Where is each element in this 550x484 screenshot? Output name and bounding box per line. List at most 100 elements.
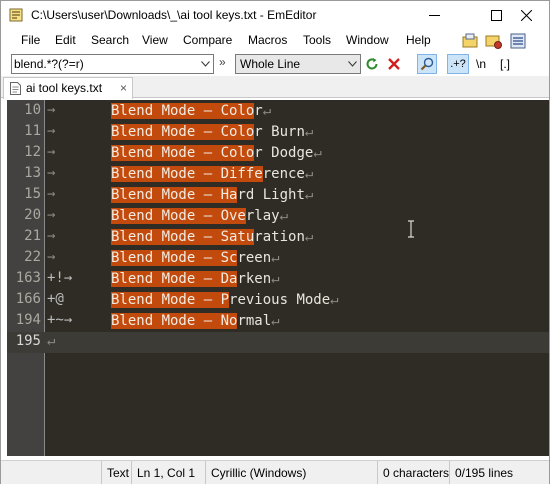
line-rest: revious Mode (229, 292, 331, 308)
eol-mark: ↵ (271, 250, 280, 266)
editor-line[interactable]: 13 → Blend Mode – Difference↵ (7, 164, 549, 185)
line-number: 163 (15, 270, 41, 286)
chevron-down-icon (347, 61, 357, 67)
line-prefix: +@ (47, 291, 64, 307)
line-prefix: → (47, 186, 56, 202)
line-prefix: → (47, 165, 56, 181)
minimize-button[interactable] (411, 1, 457, 30)
newline-toggle[interactable]: \n (473, 54, 489, 74)
line-number: 21 (24, 228, 41, 244)
editor-line[interactable]: 166 +@ Blend Mode – Previous Mode↵ (7, 290, 549, 311)
match-highlight: Blend Mode – Ove (111, 208, 246, 224)
text-file-icon (10, 82, 21, 95)
line-rest: rlay (245, 208, 280, 224)
eol-mark: ↵ (304, 187, 314, 203)
line-rest: rence (262, 166, 305, 182)
menu-compare[interactable]: Compare (183, 33, 232, 47)
editor-line[interactable]: 10 → Blend Mode – Color↵ (7, 101, 549, 122)
menu-view[interactable]: View (142, 33, 168, 47)
find-toolbar: blend.*?(?=r) » Whole Line .+? \n [.] (1, 53, 549, 75)
find-next-arrow[interactable]: » (219, 55, 226, 69)
editor-line[interactable]: 11 → Blend Mode – Color Burn↵ (7, 122, 549, 143)
title-bar: C:\Users\user\Downloads\_\ai tool keys.t… (1, 1, 549, 30)
match-highlight: Blend Mode – Colo (111, 103, 255, 119)
chevron-down-icon (200, 61, 210, 67)
text-editor[interactable]: 10 → Blend Mode – Color↵ 11 → Blend Mode… (7, 100, 549, 456)
clear-icon (388, 58, 400, 70)
tab-ai-tool-keys[interactable]: ai tool keys.txt × (3, 77, 133, 99)
menu-macros[interactable]: Macros (248, 33, 287, 47)
scope-combobox[interactable]: Whole Line (235, 54, 361, 74)
menu-edit[interactable]: Edit (55, 33, 76, 47)
eol-mark: ↵ (271, 271, 280, 287)
customize-icon[interactable] (509, 32, 527, 50)
line-prefix: → (47, 123, 56, 139)
line-prefix: → (47, 228, 56, 244)
editor-line[interactable]: 15 → Blend Mode – Hard Light↵ (7, 185, 549, 206)
emeditor-app-icon (9, 8, 23, 22)
match-highlight: Blend Mode – Da (111, 271, 238, 287)
eol-mark: ↵ (304, 229, 314, 245)
line-number: 11 (24, 123, 41, 139)
editor-line[interactable]: 194 +~→ Blend Mode – Normal↵ (7, 311, 549, 332)
line-prefix: +!→ (47, 270, 73, 286)
window-title: C:\Users\user\Downloads\_\ai tool keys.t… (31, 8, 317, 22)
minimize-icon (428, 15, 440, 16)
status-characters: 0 characters (377, 461, 449, 484)
status-mode[interactable]: Text (101, 461, 129, 484)
workspace-toolbar (459, 32, 549, 52)
scope-dropdown-button[interactable] (344, 55, 360, 73)
status-position[interactable]: Ln 1, Col 1 (131, 461, 195, 484)
line-rest: r Burn (254, 124, 305, 140)
line-rest: reen (237, 250, 272, 266)
maximize-icon (490, 10, 502, 21)
eol-mark: ↵ (271, 313, 280, 329)
folder-settings-icon[interactable] (485, 32, 503, 50)
close-icon (520, 10, 532, 21)
eol-mark: ↵ (304, 124, 314, 140)
match-highlight: Blend Mode – Colo (111, 145, 255, 161)
menu-help[interactable]: Help (406, 33, 431, 47)
editor-line[interactable]: 12 → Blend Mode – Color Dodge↵ (7, 143, 549, 164)
emeditor-window: C:\Users\user\Downloads\_\ai tool keys.t… (0, 0, 550, 484)
line-prefix: → (47, 102, 56, 118)
find-combobox[interactable]: blend.*?(?=r) (11, 54, 214, 74)
status-bar: Text Ln 1, Col 1 Cyrillic (Windows) 0 ch… (1, 460, 549, 484)
scope-value: Whole Line (240, 57, 301, 71)
line-prefix: → (47, 249, 56, 265)
line-number: 22 (24, 249, 41, 265)
line-text: Blend Mode – Overlay↵ (111, 206, 288, 227)
menu-file[interactable]: File (21, 33, 40, 47)
editor-line[interactable]: 22 → Blend Mode – Screen↵ (7, 248, 549, 269)
workspace-icon[interactable] (461, 32, 479, 50)
line-number: 20 (24, 207, 41, 223)
search-button[interactable] (417, 54, 437, 74)
menu-search[interactable]: Search (91, 33, 129, 47)
line-text: Blend Mode – Hard Light↵ (111, 185, 313, 206)
line-number: 15 (24, 186, 41, 202)
editor-line[interactable]: 21 → Blend Mode – Saturation↵ (7, 227, 549, 248)
line-rest: rd Light (237, 187, 305, 203)
menu-tools[interactable]: Tools (303, 33, 331, 47)
line-prefix: ↵ (47, 333, 56, 349)
refresh-button[interactable] (363, 54, 381, 74)
eol-mark: ↵ (262, 103, 272, 119)
clear-button[interactable] (385, 54, 403, 74)
eol-mark: ↵ (330, 292, 339, 308)
menu-window[interactable]: Window (346, 33, 389, 47)
document-tabs: ai tool keys.txt × (1, 76, 549, 99)
menu-bar: File Edit Search View Compare Macros Too… (1, 30, 461, 52)
refresh-icon (366, 58, 378, 70)
close-button[interactable] (503, 1, 549, 30)
match-highlight: Blend Mode – Sc (111, 250, 238, 266)
status-encoding[interactable]: Cyrillic (Windows) (205, 461, 306, 484)
editor-line[interactable]: 20 → Blend Mode – Overlay↵ (7, 206, 549, 227)
tab-close-button[interactable]: × (120, 81, 127, 95)
escape-toggle[interactable]: [.] (495, 54, 515, 74)
match-highlight: Blend Mode – No (111, 313, 238, 329)
editor-line-current[interactable]: 195 ↵ (7, 332, 549, 353)
editor-line[interactable]: 163 +!→ Blend Mode – Darken↵ (7, 269, 549, 290)
find-dropdown-button[interactable] (197, 55, 213, 73)
regex-toggle[interactable]: .+? (447, 54, 469, 74)
find-query-text[interactable]: blend.*?(?=r) (14, 57, 84, 71)
